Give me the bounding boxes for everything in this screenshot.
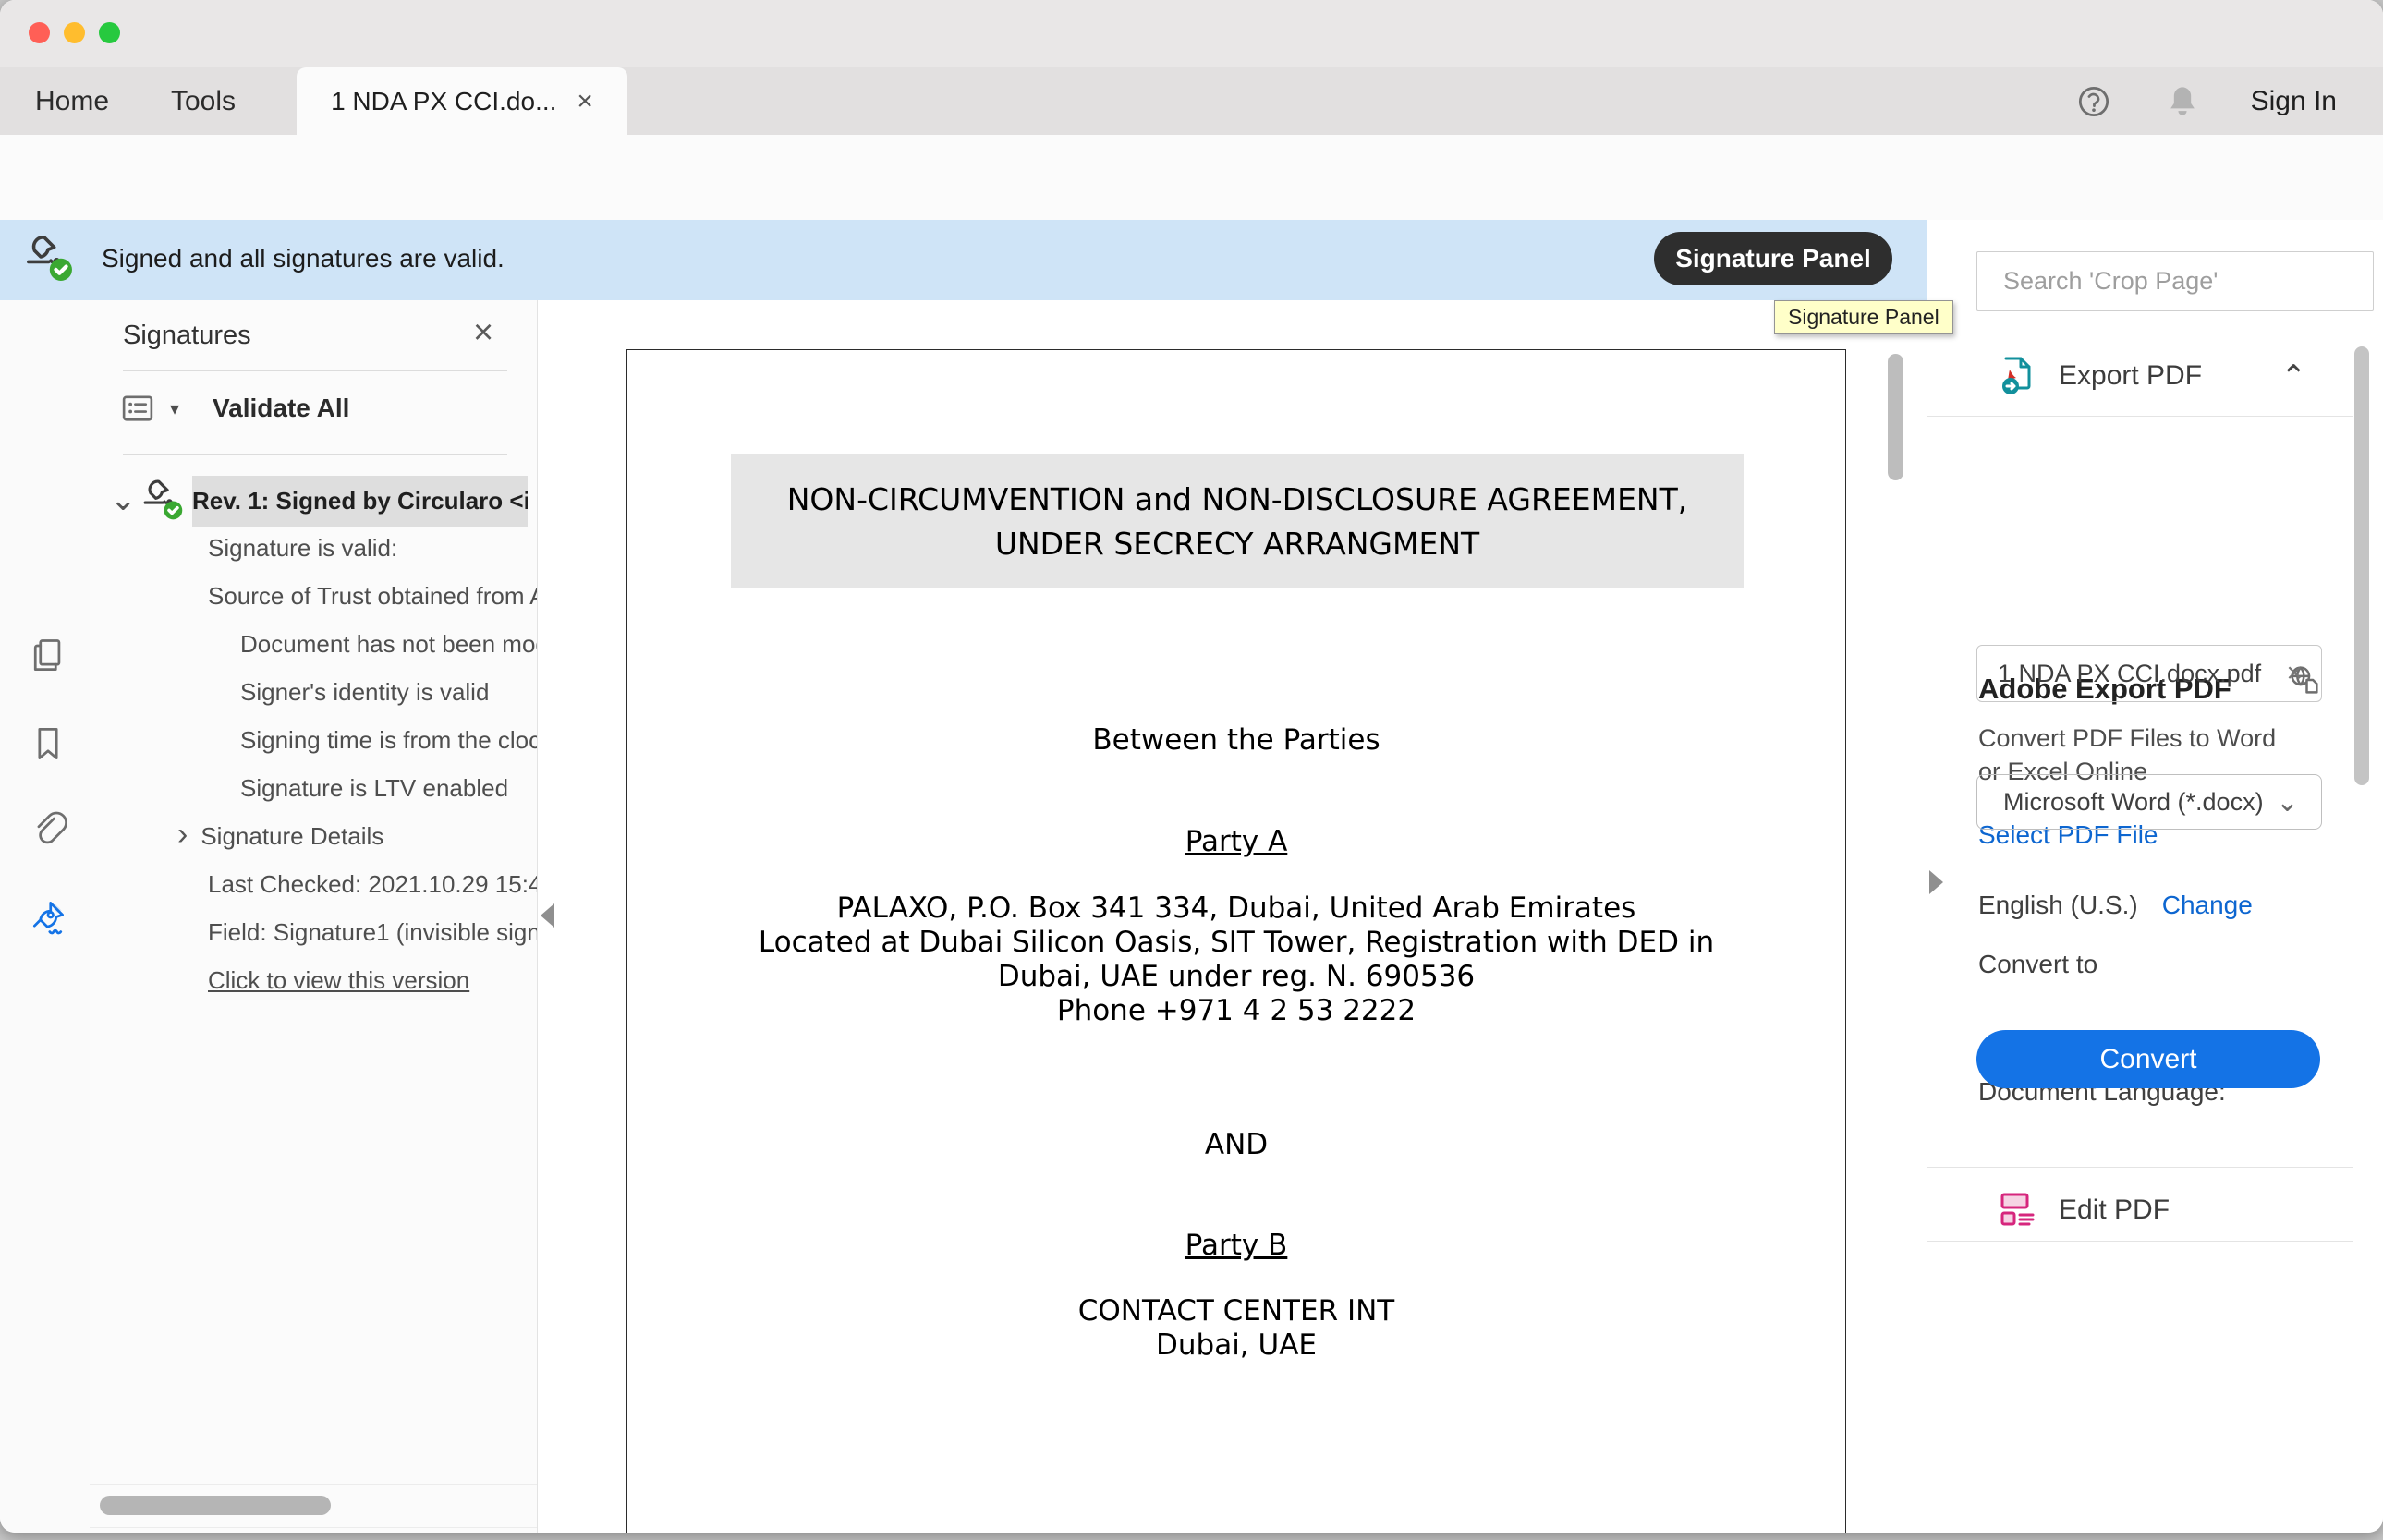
horizontal-scrollbar-track	[90, 1484, 537, 1528]
language-value: English (U.S.)	[1978, 891, 2138, 920]
attachments-icon[interactable]	[28, 809, 68, 850]
signature-tree-item[interactable]: Signature is valid:	[90, 524, 537, 572]
edit-pdf-section-header[interactable]: Edit PDF	[1927, 1181, 2353, 1240]
signature-tree-item[interactable]: Source of Trust obtained from Ado	[90, 572, 537, 620]
collapse-panel-handle[interactable]	[541, 903, 554, 928]
document-area: NON-CIRCUMVENTION and NON-DISCLOSURE AGR…	[538, 300, 1927, 1533]
convert-format-value: Microsoft Word (*.docx)	[1977, 788, 2276, 817]
pdf-page: NON-CIRCUMVENTION and NON-DISCLOSURE AGR…	[626, 349, 1846, 1533]
signature-panel-tooltip: Signature Panel	[1774, 300, 1953, 334]
divider	[123, 454, 507, 455]
close-window-button[interactable]	[29, 22, 50, 43]
sign-in-button[interactable]: Sign In	[2251, 86, 2337, 117]
convert-button[interactable]: Convert	[1976, 1030, 2320, 1088]
signature-tree: Signature is valid: Source of Trust obta…	[90, 524, 537, 1004]
signature-tree-item[interactable]: Field: Signature1 (invisible signatur	[90, 908, 537, 956]
signatures-panel: Signatures × ▾ Validate All ⌄ Rev. 1: Si…	[90, 300, 538, 1533]
and-label: AND	[627, 1126, 1845, 1163]
minimize-window-button[interactable]	[64, 22, 85, 43]
signed-revision-icon	[141, 478, 188, 524]
export-pdf-section-header[interactable]: Export PDF ⌃	[1927, 349, 2353, 408]
signature-tree-item[interactable]: Signer's identity is valid	[90, 668, 537, 716]
close-panel-icon[interactable]: ×	[473, 313, 493, 353]
convert-to-label: Convert to	[1978, 950, 2097, 979]
zoom-window-button[interactable]	[99, 22, 120, 43]
selected-file-chip: 1 NDA PX CCI.docx.pdf ×	[1976, 645, 2322, 702]
document-title-line1: NON-CIRCUMVENTION and NON-DISCLOSURE AGR…	[787, 479, 1688, 519]
party-b-details: CONTACT CENTER INT Dubai, UAE	[627, 1294, 1845, 1363]
signature-tree-item[interactable]: Signature is LTV enabled	[90, 764, 537, 812]
chevron-up-icon[interactable]: ⌃	[2280, 358, 2307, 395]
document-title-line2: UNDER SECRECY ARRANGMENT	[995, 524, 1479, 564]
signature-tree-item[interactable]: Signing time is from the clock c	[90, 716, 537, 764]
signatures-panel-icon[interactable]	[28, 897, 68, 938]
search-tools-input[interactable]	[1976, 251, 2374, 311]
signature-tree-item[interactable]: Last Checked: 2021.10.29 15:40:5	[90, 860, 537, 908]
tools-panel: Export PDF ⌃ Adobe Export PDF Convert PD…	[1927, 220, 2383, 1533]
revision-label: Rev. 1: Signed by Circularo <info@	[192, 487, 528, 515]
signature-status-banner: Signed and all signatures are valid. Sig…	[0, 220, 1927, 300]
revision-label-highlight: Rev. 1: Signed by Circularo <info@	[192, 476, 528, 527]
panel-scrollbar-thumb[interactable]	[2354, 346, 2369, 785]
signature-valid-icon	[24, 233, 78, 286]
close-tab-icon[interactable]: ×	[577, 88, 593, 115]
tab-bar: Home Tools 1 NDA PX CCI.do... × Sign In	[0, 67, 2383, 136]
signature-options-icon[interactable]	[118, 389, 157, 428]
tab-home[interactable]: Home	[35, 67, 109, 136]
validate-all-button[interactable]: Validate All	[213, 394, 349, 423]
remove-file-icon[interactable]: ×	[2286, 658, 2321, 689]
options-caret-icon[interactable]: ▾	[170, 397, 179, 420]
document-title-block: NON-CIRCUMVENTION and NON-DISCLOSURE AGR…	[731, 454, 1744, 588]
divider	[1927, 1167, 2353, 1168]
signature-panel-button[interactable]: Signature Panel	[1654, 232, 1892, 285]
divider	[1927, 416, 2353, 417]
chevron-down-icon: ⌄	[2276, 786, 2321, 819]
notifications-bell-icon[interactable]	[2162, 81, 2203, 122]
signature-status-message: Signed and all signatures are valid.	[102, 244, 505, 273]
convert-format-dropdown[interactable]: Microsoft Word (*.docx) ⌄	[1976, 774, 2322, 830]
divider	[123, 370, 507, 371]
edit-pdf-label: Edit PDF	[2059, 1194, 2170, 1226]
party-a-heading: Party A	[627, 823, 1845, 860]
promo-text: Convert, edit and e-sign PDF forms & agr…	[1927, 1524, 2353, 1533]
export-pdf-icon	[1997, 354, 2041, 398]
horizontal-scrollbar-thumb[interactable]	[100, 1496, 331, 1515]
signatures-panel-title: Signatures	[123, 321, 251, 351]
party-a-details: PALAXO, P.O. Box 341 334, Dubai, United …	[627, 891, 1845, 1028]
export-pdf-label: Export PDF	[2059, 360, 2202, 392]
page-thumbnails-icon[interactable]	[28, 636, 68, 676]
selected-file-name: 1 NDA PX CCI.docx.pdf	[1977, 660, 2286, 688]
edit-pdf-icon	[1996, 1188, 2040, 1232]
document-scrollbar-thumb[interactable]	[1888, 354, 1903, 480]
between-parties-line: Between the Parties	[627, 721, 1845, 758]
titlebar	[0, 0, 2383, 67]
signature-tree-item[interactable]: › Signature Details	[90, 812, 537, 860]
expand-panel-handle[interactable]	[1929, 870, 1943, 894]
signature-tree-item[interactable]: Document has not been modifi	[90, 620, 537, 668]
acrobat-window: Home Tools 1 NDA PX CCI.do... × Sign In …	[0, 0, 2383, 1533]
navigation-rail	[0, 300, 91, 1533]
party-b-heading: Party B	[627, 1227, 1845, 1264]
toolbar: / 4 78.4% ▾ ▾	[0, 135, 2383, 221]
tab-tools[interactable]: Tools	[171, 67, 236, 136]
tab-document[interactable]: 1 NDA PX CCI.do... ×	[297, 67, 627, 136]
bookmarks-icon[interactable]	[28, 723, 68, 764]
change-language-link[interactable]: Change	[2162, 891, 2253, 920]
chevron-right-icon: ›	[177, 817, 188, 853]
chevron-down-icon[interactable]: ⌄	[110, 481, 137, 518]
help-icon[interactable]	[2073, 81, 2114, 122]
divider	[1927, 1241, 2353, 1242]
tab-document-label: 1 NDA PX CCI.do...	[331, 87, 556, 116]
signature-tree-item[interactable]: Click to view this version	[90, 956, 537, 1004]
signature-revision-row[interactable]: ⌄ Rev. 1: Signed by Circularo <info@	[90, 476, 537, 527]
